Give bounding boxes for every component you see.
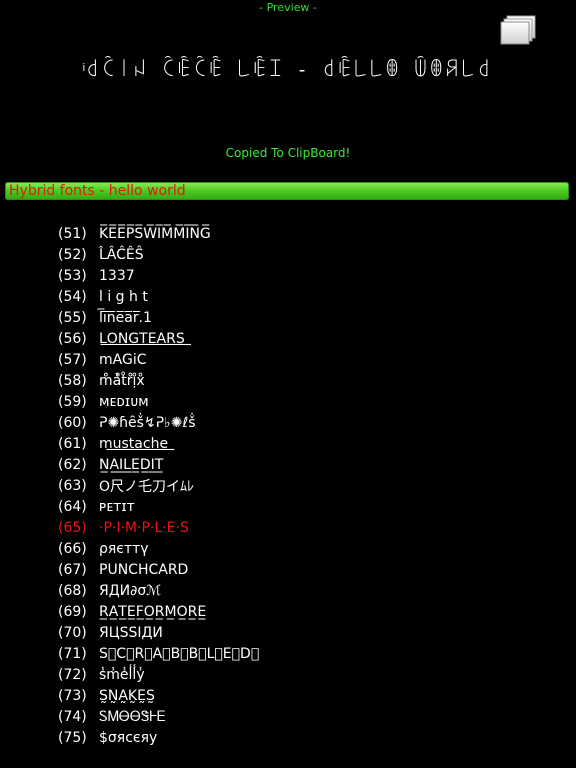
font-sample: l i g h t (99, 288, 148, 305)
font-list-item[interactable]: (61) m͟u͟s͟t͟a͟c͟h͟e͟ (58, 433, 259, 454)
font-list-item[interactable]: (70) ЯЦSSIДИ (58, 622, 259, 643)
font-list-item[interactable]: (60) ᕈ✺ɦȇṧ↯ᕈ♭✺ℓṧ (58, 412, 259, 433)
font-number: (60) (58, 414, 87, 431)
font-list-item[interactable]: (69) R̲A̲T̲E̲F̲O̲R̲M̲O̲R̲E̲ (58, 601, 259, 622)
font-sample: PUNCHCARD (99, 561, 189, 578)
font-number: (53) (58, 267, 87, 284)
font-sample: m͟u͟s͟t͟a͟c͟h͟e͟ (99, 435, 169, 452)
font-number: (59) (58, 393, 87, 410)
preview-text: ͥ꒯ꉓ꒐ꈤ ꉓꍟꉓꍟ ꒒ꍟꀤ - ꒯ꍟ꒒꒒ꂦ ꅏꂦꋪ꒒꒯ (83, 59, 493, 81)
font-list-item[interactable]: (55) l̅i̅n̅e̅a̅r̅.1 (58, 307, 259, 328)
font-sample: ·P·I·M·P·L·E·S (99, 519, 189, 536)
font-number: (57) (58, 351, 87, 368)
font-number: (74) (58, 708, 87, 725)
copy-button[interactable] (498, 14, 540, 48)
font-sample: S⃞C⃞R⃞A⃞B⃞B⃞L⃞E⃞D⃞ (99, 645, 260, 662)
font-list-item[interactable]: (63) O尺ノ乇刀イﾑﾚ (58, 475, 259, 496)
font-list-item[interactable]: (73) S̰N̰A̰K̰ḚS̰ (58, 685, 259, 706)
font-list-item[interactable]: (64) ᴘᴇᴛɪᴛ (58, 496, 259, 517)
font-number: (51) (58, 225, 87, 242)
preview-label: - Preview - (259, 1, 317, 14)
font-sample: ЯЦSSIДИ (99, 624, 163, 641)
font-list-item[interactable]: (74) ᏚᎷᎾᎾᏕᎰᎬ (58, 706, 259, 727)
font-list-item[interactable]: (71) S⃞C⃞R⃞A⃞B⃞B⃞L⃞E⃞D⃞ (58, 643, 259, 664)
section-header: Hybrid fonts - hello world (5, 182, 569, 200)
font-sample: $σяcєяy (99, 729, 158, 746)
font-sample: mAGiC (99, 351, 147, 368)
font-number: (54) (58, 288, 87, 305)
font-sample: L̂ÂĈÊŜ (99, 246, 144, 263)
font-list-item[interactable]: (65) ·P·I·M·P·L·E·S (58, 517, 259, 538)
font-number: (67) (58, 561, 87, 578)
font-number: (64) (58, 498, 87, 515)
font-list-item[interactable]: (54) l i g h t (58, 286, 259, 307)
font-number: (72) (58, 666, 87, 683)
font-sample: R̲A̲T̲E̲F̲O̲R̲M̲O̲R̲E̲ (99, 603, 207, 620)
font-number: (62) (58, 456, 87, 473)
font-sample: K̅E̅E̅P̅S̅W̅I̅M̅M̅I̅N̅G̅ (99, 225, 211, 242)
font-number: (65) (58, 519, 87, 536)
font-number: (71) (58, 645, 87, 662)
font-number: (73) (58, 687, 87, 704)
section-title: Hybrid fonts - hello world (9, 183, 186, 199)
font-list-item[interactable]: (57) mAGiC (58, 349, 259, 370)
font-list-item[interactable]: (75) $σяcєяy (58, 727, 259, 748)
font-sample: O尺ノ乇刀イﾑﾚ (99, 478, 195, 495)
font-list-item[interactable]: (72) s̾m̾e̾l̾l̾y̾ (58, 664, 259, 685)
font-list-item[interactable]: (52) L̂ÂĈÊŜ (58, 244, 259, 265)
font-number: (69) (58, 603, 87, 620)
copy-icon (500, 15, 536, 45)
font-sample: s̾m̾e̾l̾l̾y̾ (99, 666, 145, 683)
font-list-item[interactable]: (62) N̲A̲I̲L̲E̲D̲I̲T̲ (58, 454, 259, 475)
font-number: (55) (58, 309, 87, 326)
font-list-item[interactable]: (59) ᴍᴇᴅɪᴜᴍ (58, 391, 259, 412)
font-sample: ᏚᎷᎾᎾᏕᎰᎬ (99, 708, 166, 725)
font-sample: N̲A̲I̲L̲E̲D̲I̲T̲ (99, 456, 164, 473)
font-number: (63) (58, 477, 87, 494)
status-message: Copied To ClipBoard! (225, 146, 351, 160)
font-list-item[interactable]: (66) ρяєттү (58, 538, 259, 559)
font-sample: ᴘᴇᴛɪᴛ (99, 498, 135, 515)
font-number: (61) (58, 435, 87, 452)
font-list-item[interactable]: (67) PUNCHCARD (58, 559, 259, 580)
font-list: (51) K̅E̅E̅P̅S̅W̅I̅M̅M̅I̅N̅G̅ (52) L̂ÂĈÊŜ (5… (58, 223, 259, 748)
font-sample: S̰N̰A̰K̰ḚS̰ (99, 687, 155, 704)
font-number: (66) (58, 540, 87, 557)
font-sample: ᕈ✺ɦȇṧ↯ᕈ♭✺ℓṧ (99, 414, 196, 431)
font-sample: ᴍᴇᴅɪᴜᴍ (99, 393, 149, 410)
font-list-item[interactable]: (58) m̊ả̊t̊r̊ị̊x̊ (58, 370, 259, 391)
font-sample: ρяєттү (99, 540, 149, 557)
font-number: (58) (58, 372, 87, 389)
font-sample: ЯДИ∂σℳ (99, 582, 162, 599)
font-sample: m̊ả̊t̊r̊ị̊x̊ (99, 372, 145, 389)
font-number: (56) (58, 330, 87, 347)
font-number: (70) (58, 624, 87, 641)
font-sample: 1337 (99, 267, 135, 284)
font-sample: L͟O͟N͟G͟T͟E͟A͟R͟S͟ (99, 330, 185, 347)
font-list-item[interactable]: (53) 1337 (58, 265, 259, 286)
font-number: (75) (58, 729, 87, 746)
font-number: (68) (58, 582, 87, 599)
font-list-item[interactable]: (56) L͟O͟N͟G͟T͟E͟A͟R͟S͟ (58, 328, 259, 349)
font-number: (52) (58, 246, 87, 263)
font-list-item[interactable]: (68) ЯДИ∂σℳ (58, 580, 259, 601)
font-sample: l̅i̅n̅e̅a̅r̅.1 (99, 309, 152, 326)
font-list-item[interactable]: (51) K̅E̅E̅P̅S̅W̅I̅M̅M̅I̅N̅G̅ (58, 223, 259, 244)
